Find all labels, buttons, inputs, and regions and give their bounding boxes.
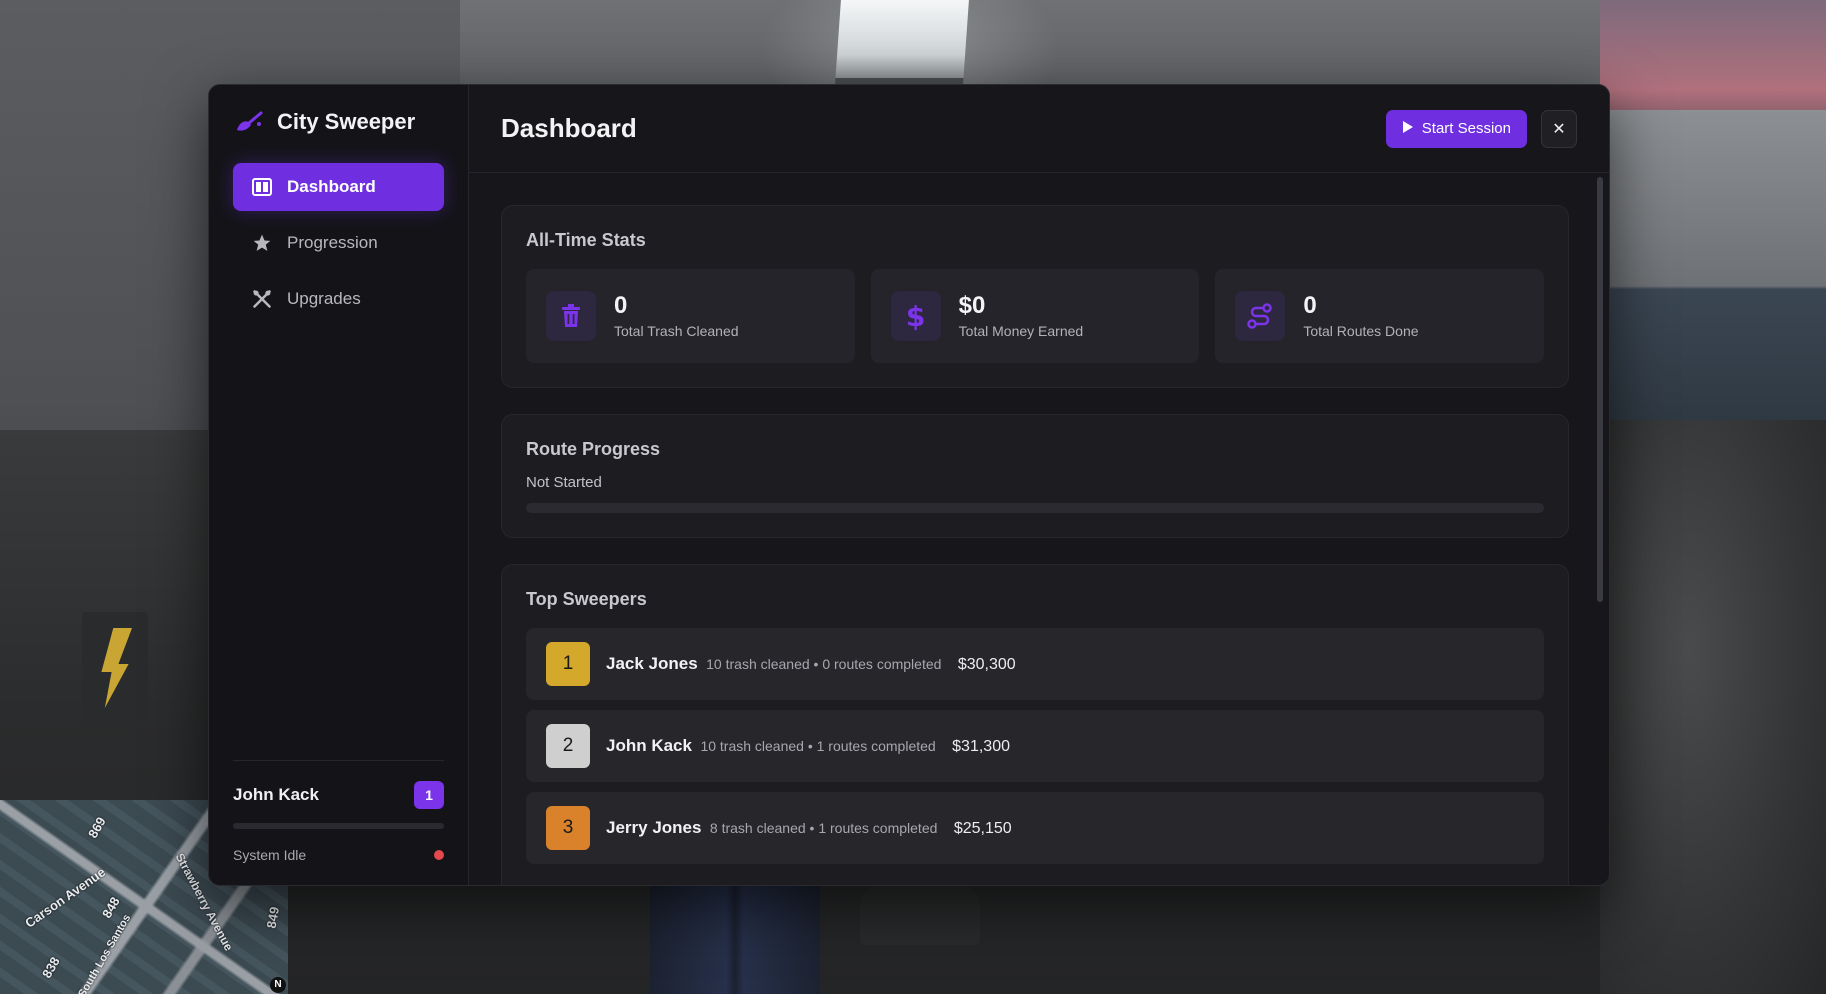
player-money: $31,300 [952,738,1010,755]
status-indicator-dot [434,850,444,860]
stat-value: 0 [1303,292,1317,319]
player-name: John Kack [606,736,692,755]
dashboard-content: All-Time Stats 0 Total Trash Cleaned $ $… [469,173,1609,885]
player-stats: 10 trash cleaned • 0 routes completed [706,656,942,672]
player-character-legs [650,885,820,994]
warehouse-building [1600,110,1826,430]
start-session-button[interactable]: Start Session [1385,109,1527,148]
sidebar-item-label: Dashboard [287,177,376,196]
close-icon: ✕ [1552,120,1566,138]
play-icon [1402,120,1414,138]
sidebar-item-label: Upgrades [287,289,361,308]
city-sweeper-window: City Sweeper Dashboard Progression Upgra… [208,84,1610,886]
stat-routes-done: 0 Total Routes Done [1215,269,1545,363]
sidebar-item-upgrades[interactable]: Upgrades [233,275,444,323]
minimap-street-label: Carson Avenue [22,864,109,931]
rank-badge: 3 [546,806,590,850]
stat-trash-cleaned: 0 Total Trash Cleaned [526,269,855,363]
leaderboard-row: 2 John Kack 10 trash cleaned • 1 routes … [526,710,1544,782]
broom-icon [235,110,265,134]
star-icon [251,232,273,254]
minimap-block-number: 869 [84,814,109,841]
leaderboard-row: 1 Jack Jones 10 trash cleaned • 0 routes… [526,628,1544,700]
route-progress-bar [526,503,1544,513]
stat-value: 0 [614,292,628,319]
stat-label: Total Trash Cleaned [614,323,739,339]
main-panel: Dashboard Start Session ✕ All-Time Stats [469,85,1609,885]
gravel-ground [1600,420,1826,994]
stats-row: 0 Total Trash Cleaned $ $0 Total Money E… [526,269,1545,363]
sidebar: City Sweeper Dashboard Progression Upgra… [209,85,469,885]
user-row: John Kack 1 [233,781,444,809]
start-session-label: Start Session [1421,120,1511,137]
player-money: $25,150 [953,820,1012,837]
route-status: Not Started [526,474,602,491]
player-name: Jerry Jones [606,818,702,837]
sidebar-item-progression[interactable]: Progression [233,219,444,267]
system-status: System Idle [233,847,444,863]
level-badge: 1 [414,781,444,809]
minimap-street-label: South Los Santos [76,912,134,994]
leaderboard-row: 3 Jerry Jones 8 trash cleaned • 1 routes… [526,792,1544,864]
stat-label: Total Routes Done [1303,323,1419,339]
dashboard-icon [251,176,273,198]
page-title: Dashboard [501,113,637,143]
top-sweepers-card: Top Sweepers 1 Jack Jones 10 trash clean… [501,564,1569,885]
close-button[interactable]: ✕ [1541,109,1577,148]
stat-label: Total Money Earned [958,323,1084,339]
minimap-block-number: 838 [38,954,63,981]
route-icon [1235,291,1286,341]
header: Dashboard Start Session ✕ [469,85,1609,173]
card-title: Route Progress [526,439,661,459]
player-name: Jack Jones [606,654,698,673]
rank-badge: 1 [546,642,590,686]
card-title: All-Time Stats [526,230,646,250]
minimap-north-indicator: N [270,977,286,993]
header-actions: Start Session ✕ [1385,109,1577,148]
user-name: John Kack [233,785,319,804]
brand: City Sweeper [235,109,444,135]
user-panel: John Kack 1 System Idle [233,760,444,863]
stat-value: $0 [958,292,986,319]
trash-icon [546,291,596,341]
card-title: Top Sweepers [526,589,647,609]
player-character-feet [860,885,980,945]
status-text: System Idle [233,847,307,863]
scrollbar-thumb[interactable] [1597,177,1603,602]
sidebar-item-label: Progression [287,233,378,252]
all-time-stats-card: All-Time Stats 0 Total Trash Cleaned $ $… [501,205,1569,388]
xp-progress-bar [233,823,444,829]
route-progress-card: Route Progress Not Started [501,414,1569,538]
minimap-block-number: 849 [263,905,283,930]
dollar-icon: $ [890,291,941,341]
sidebar-item-dashboard[interactable]: Dashboard [233,163,444,211]
wall-lamp [835,0,969,84]
player-money: $30,300 [957,656,1016,673]
stat-money-earned: $ $0 Total Money Earned [870,269,1200,363]
player-stats: 10 trash cleaned • 1 routes completed [700,738,936,754]
rank-badge: 2 [546,724,590,768]
player-stats: 8 trash cleaned • 1 routes completed [709,820,938,836]
app-title: City Sweeper [277,109,416,134]
wrench-screwdriver-icon [251,288,273,310]
